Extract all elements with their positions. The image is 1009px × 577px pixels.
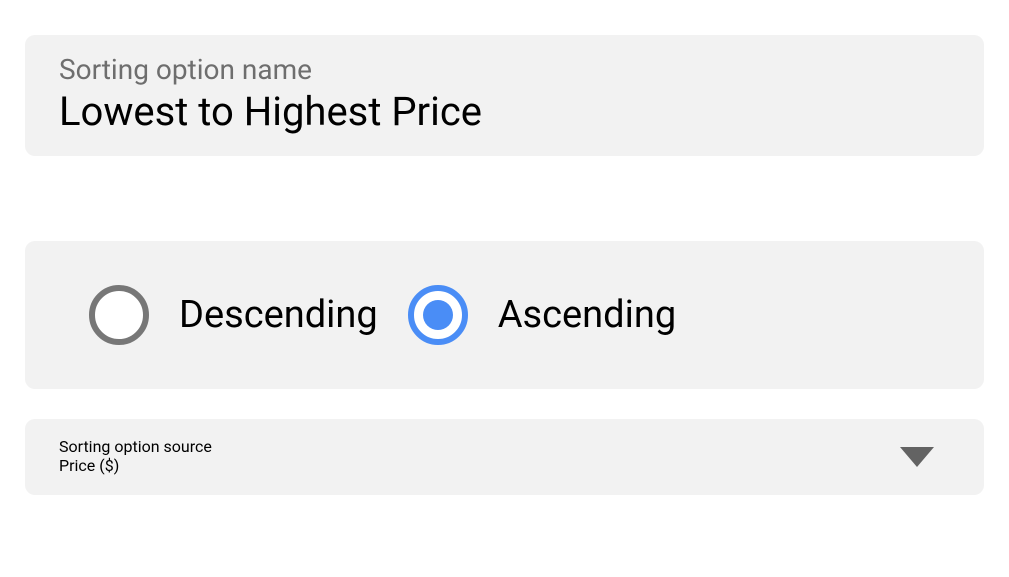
radio-option-ascending[interactable]: Ascending bbox=[408, 285, 676, 345]
sorting-option-name-value: Lowest to Highest Price bbox=[59, 88, 950, 136]
radio-label-ascending: Ascending bbox=[498, 293, 676, 337]
sort-order-radio-group: Descending Ascending bbox=[25, 241, 984, 389]
chevron-down-icon bbox=[900, 447, 934, 467]
sorting-option-name-card[interactable]: Sorting option name Lowest to Highest Pr… bbox=[25, 35, 984, 156]
radio-option-descending[interactable]: Descending bbox=[89, 285, 378, 345]
radio-icon bbox=[89, 285, 149, 345]
sorting-option-name-label: Sorting option name bbox=[59, 53, 950, 86]
sorting-option-source-label: Sorting option source bbox=[59, 437, 950, 456]
radio-label-descending: Descending bbox=[179, 293, 378, 337]
sorting-option-source-select[interactable]: Sorting option source Price ($) bbox=[25, 419, 984, 495]
radio-icon bbox=[408, 285, 468, 345]
sorting-option-source-value: Price ($) bbox=[59, 456, 950, 475]
